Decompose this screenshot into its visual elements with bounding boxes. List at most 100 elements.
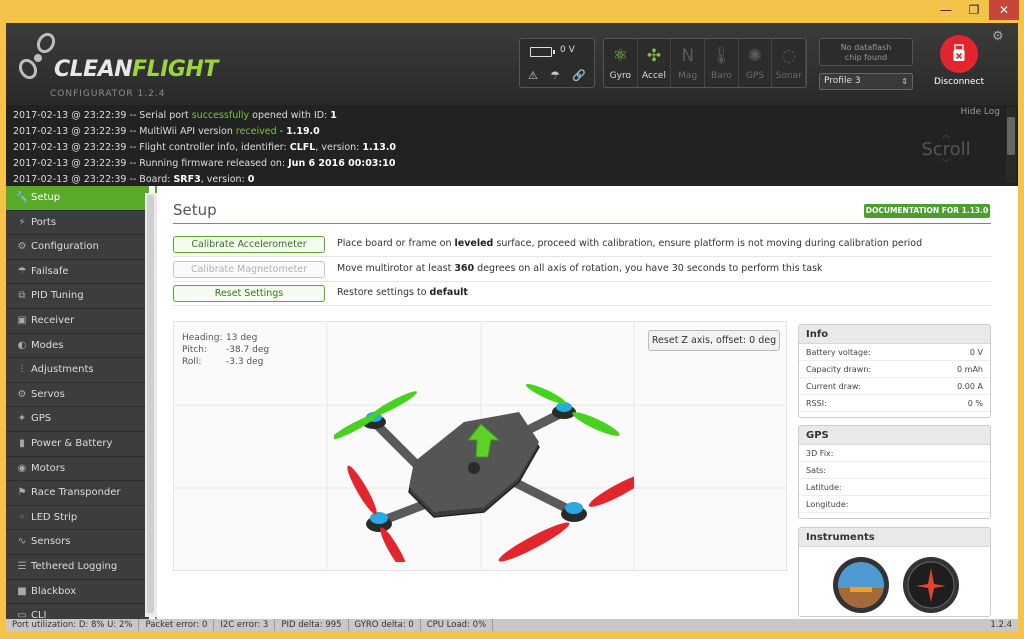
content-scrollbar[interactable]	[145, 193, 157, 617]
log-fragment: 1	[330, 110, 337, 121]
sidebar-item-sensors[interactable]: ∿ Sensors	[6, 530, 149, 555]
log-lines: 2017-02-13 @ 23:22:39 -- Serial port suc…	[13, 108, 396, 188]
reset-z-axis-button[interactable]: Reset Z axis, offset: 0 deg	[648, 330, 780, 351]
log-scroll-thumb[interactable]	[1007, 117, 1015, 155]
log-fragment: 2017-02-13 @ 23:22:39 -- Running firmwar…	[13, 158, 289, 169]
documentation-button[interactable]: DOCUMENTATION FOR 1.13.0	[864, 204, 990, 218]
sidebar-item-label: Race Transponder	[31, 487, 121, 499]
log-fragment: 2017-02-13 @ 23:22:39 -- Flight controll…	[13, 142, 290, 153]
sidebar-item-label: Servos	[31, 388, 65, 400]
calibration-row: Calibrate Magnetometer Move multirotor at…	[173, 258, 991, 282]
settings-gear-icon[interactable]: ⚙	[992, 29, 1004, 44]
description-fragment: Place board or frame on	[337, 238, 455, 249]
sidebar-item-failsafe[interactable]: ☂ Failsafe	[6, 260, 149, 285]
sidebar-item-race-transponder[interactable]: ⚑ Race Transponder	[6, 481, 149, 506]
sidebar-item-gps[interactable]: ✦ GPS	[6, 407, 149, 432]
gear-icon: ⚙	[17, 241, 27, 253]
sidebar-item-label: Blackbox	[31, 585, 77, 597]
setup-tab-content: Setup DOCUMENTATION FOR 1.13.0 Calibrate…	[155, 186, 1018, 619]
log-fragment: successfully	[191, 110, 250, 121]
panel-row-label: Current draw:	[806, 382, 861, 391]
gps-panel-title: GPS	[799, 426, 990, 445]
sensor-label: Gyro	[609, 71, 631, 81]
profile-select[interactable]: Profile 3 ⇕	[819, 73, 913, 90]
sliders-icon: ⧉	[18, 290, 26, 302]
configurator-version: CONFIGURATOR 1.2.4	[50, 89, 166, 99]
sidebar-item-cli[interactable]: ▭ CLI	[6, 604, 149, 619]
wrench-icon: 🔧	[15, 192, 29, 203]
status-item: CPU Load: 0%	[421, 619, 494, 631]
motor-icon: ◉	[17, 462, 27, 474]
panel-row: Battery voltage: 0 V	[799, 344, 990, 361]
sidebar-item-label: Modes	[31, 339, 64, 351]
panel-row: Latitude:	[799, 479, 990, 496]
sensor-accel: ✣ Accel	[638, 39, 672, 87]
calibrate-magnetometer-button: Calibrate Magnetometer	[173, 261, 325, 278]
calibration-description: Restore settings to default	[337, 287, 468, 298]
gyro-icon: ⚛	[612, 46, 628, 66]
sidebar-item-pid-tuning[interactable]: ⧉ PID Tuning	[6, 284, 149, 309]
adjust-icon: ⫶	[20, 364, 24, 376]
sidebar-item-setup[interactable]: 🔧 Setup	[6, 186, 149, 211]
sidebar-item-label: LED Strip	[31, 511, 78, 523]
terminal-icon: ▭	[17, 610, 27, 619]
calibrate-accelerometer-button[interactable]: Calibrate Accelerometer	[173, 236, 325, 253]
attitude-gauge-icon	[833, 557, 889, 613]
description-fragment: default	[429, 287, 468, 298]
sidebar-item-label: Setup	[31, 192, 61, 203]
gps-icon: ✺	[747, 46, 763, 66]
sidebar-item-label: Tethered Logging	[31, 560, 118, 572]
log-fragment: -	[276, 126, 287, 137]
sidebar-item-motors[interactable]: ◉ Motors	[6, 457, 149, 482]
disconnect-button[interactable]: Disconnect	[931, 35, 987, 93]
log-scrollbar[interactable]	[1006, 107, 1016, 183]
content-scroll-thumb[interactable]	[147, 195, 154, 613]
log-panel: 2017-02-13 @ 23:22:39 -- Serial port suc…	[6, 105, 1018, 186]
scroll-hint: ︿ Scroll ﹀	[920, 131, 972, 171]
close-window-button[interactable]: ✕	[989, 0, 1019, 20]
heading-label: Heading:	[182, 333, 223, 343]
sidebar-item-receiver[interactable]: ▣ Receiver	[6, 309, 149, 334]
sidebar-item-led-strip[interactable]: ◦ LED Strip	[6, 506, 149, 531]
log-line: 2017-02-13 @ 23:22:39 -- Running firmwar…	[13, 156, 396, 172]
servo-icon: ⚙	[17, 388, 27, 400]
info-panel: Info Battery voltage: 0 V Capacity drawn: 0…	[798, 324, 991, 418]
sidebar-item-ports[interactable]: ⚡ Ports	[6, 211, 149, 236]
log-fragment: 2017-02-13 @ 23:22:39 -- MultiWii API ve…	[13, 126, 236, 137]
heading-gauge-icon	[903, 557, 959, 613]
reset-settings-button[interactable]: Reset Settings	[173, 285, 325, 302]
page-title: Setup	[173, 201, 217, 219]
gps-panel: GPS 3D Fix: Sats: Latitude: Longitude:	[798, 425, 991, 519]
log-fragment: 2017-02-13 @ 23:22:39 -- Serial port	[13, 110, 192, 121]
instruments-panel-title: Instruments	[799, 528, 990, 547]
description-fragment: degrees on all axis of rotation, you hav…	[474, 263, 823, 274]
minimize-button[interactable]: —	[932, 0, 960, 20]
sidebar-item-blackbox[interactable]: ■ Blackbox	[6, 580, 149, 605]
maximize-button[interactable]: ❐	[960, 0, 988, 20]
chevron-down-icon: ﹀	[942, 159, 950, 168]
hide-log-link[interactable]: Hide Log	[961, 107, 1000, 117]
sidebar-item-power-battery[interactable]: ▮ Power & Battery	[6, 432, 149, 457]
log-fragment: opened with ID:	[249, 110, 331, 121]
sensor-label: GPS	[745, 71, 765, 81]
description-fragment: leveled	[454, 238, 494, 249]
panel-row-label: Longitude:	[806, 500, 849, 509]
sidebar-item-configuration[interactable]: ⚙ Configuration	[6, 235, 149, 260]
description-fragment: Move multirotor at least	[337, 263, 455, 274]
disconnect-label: Disconnect	[934, 77, 984, 87]
panel-row-label: RSSI:	[806, 399, 827, 408]
calibration-row: Calibrate Accelerometer Place board or fr…	[173, 233, 991, 257]
instruments-panel: Instruments	[798, 527, 991, 617]
sidebar-item-servos[interactable]: ⚙ Servos	[6, 383, 149, 408]
sidebar-item-label: Motors	[31, 462, 66, 474]
description-fragment: 360	[454, 263, 475, 274]
info-rows: Battery voltage: 0 V Capacity drawn: 0 mAh C…	[799, 344, 990, 412]
sidebar-item-tethered-logging[interactable]: ☰ Tethered Logging	[6, 555, 149, 580]
sidebar-item-adjustments[interactable]: ⫶ Adjustments	[6, 358, 149, 383]
receiver-icon: ▣	[17, 314, 27, 326]
sidebar-item-modes[interactable]: ◐ Modes	[6, 334, 149, 359]
calibration-description: Place board or frame on leveled surface,…	[337, 238, 922, 249]
updown-arrow-icon: ⇕	[901, 77, 908, 86]
sensor-label: Accel	[642, 71, 666, 81]
calibration-row: Reset Settings Restore settings to defaul…	[173, 282, 991, 306]
